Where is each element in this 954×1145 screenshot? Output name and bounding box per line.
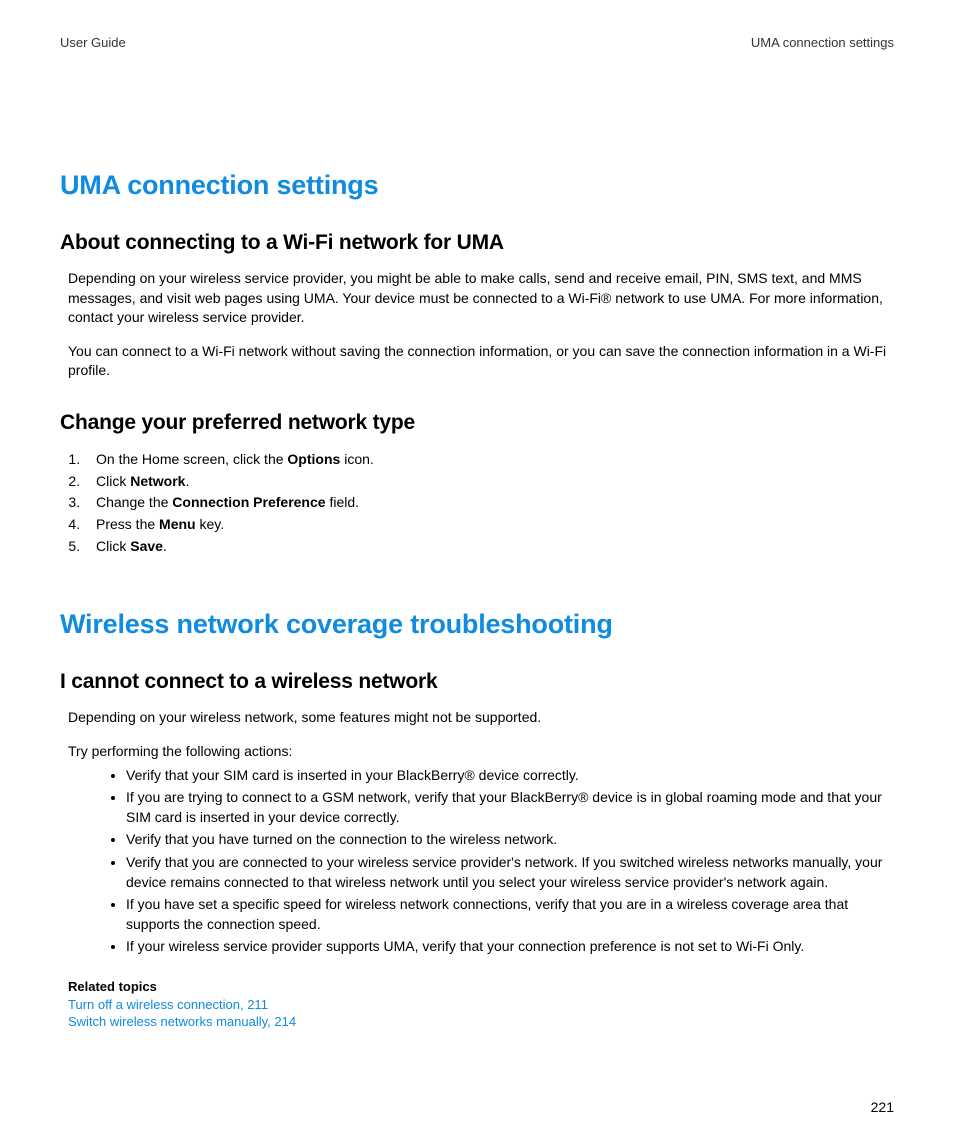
section-title-troubleshooting: Wireless network coverage troubleshootin…	[60, 609, 894, 640]
section-title-uma: UMA connection settings	[60, 170, 894, 201]
related-link[interactable]: Turn off a wireless connection, 211	[68, 996, 894, 1014]
list-item: If you have set a specific speed for wir…	[126, 895, 894, 934]
step-item: Click Network.	[84, 471, 894, 493]
header-right: UMA connection settings	[751, 35, 894, 50]
list-item: If you are trying to connect to a GSM ne…	[126, 788, 894, 827]
step-item: Click Save.	[84, 536, 894, 558]
list-item: Verify that your SIM card is inserted in…	[126, 766, 894, 786]
list-item: Verify that you have turned on the conne…	[126, 830, 894, 850]
document-page: User Guide UMA connection settings UMA c…	[0, 0, 954, 1145]
paragraph-trouble-2: Try performing the following actions:	[60, 742, 894, 762]
paragraph-trouble-1: Depending on your wireless network, some…	[60, 708, 894, 728]
subheading-cannot-connect: I cannot connect to a wireless network	[60, 670, 894, 694]
list-item: Verify that you are connected to your wi…	[126, 853, 894, 892]
subheading-about-wifi-uma: About connecting to a Wi-Fi network for …	[60, 231, 894, 255]
related-topics-label: Related topics	[68, 979, 894, 994]
page-number: 221	[871, 1099, 894, 1115]
related-link[interactable]: Switch wireless networks manually, 214	[68, 1013, 894, 1031]
subheading-change-network-type: Change your preferred network type	[60, 411, 894, 435]
step-item: On the Home screen, click the Options ic…	[84, 449, 894, 471]
steps-list: On the Home screen, click the Options ic…	[60, 449, 894, 557]
troubleshoot-list: Verify that your SIM card is inserted in…	[60, 766, 894, 957]
list-item: If your wireless service provider suppor…	[126, 937, 894, 957]
page-header: User Guide UMA connection settings	[60, 35, 894, 50]
paragraph-about-2: You can connect to a Wi-Fi network witho…	[60, 342, 894, 381]
step-item: Press the Menu key.	[84, 514, 894, 536]
paragraph-about-1: Depending on your wireless service provi…	[60, 269, 894, 328]
header-left: User Guide	[60, 35, 126, 50]
step-item: Change the Connection Preference field.	[84, 492, 894, 514]
